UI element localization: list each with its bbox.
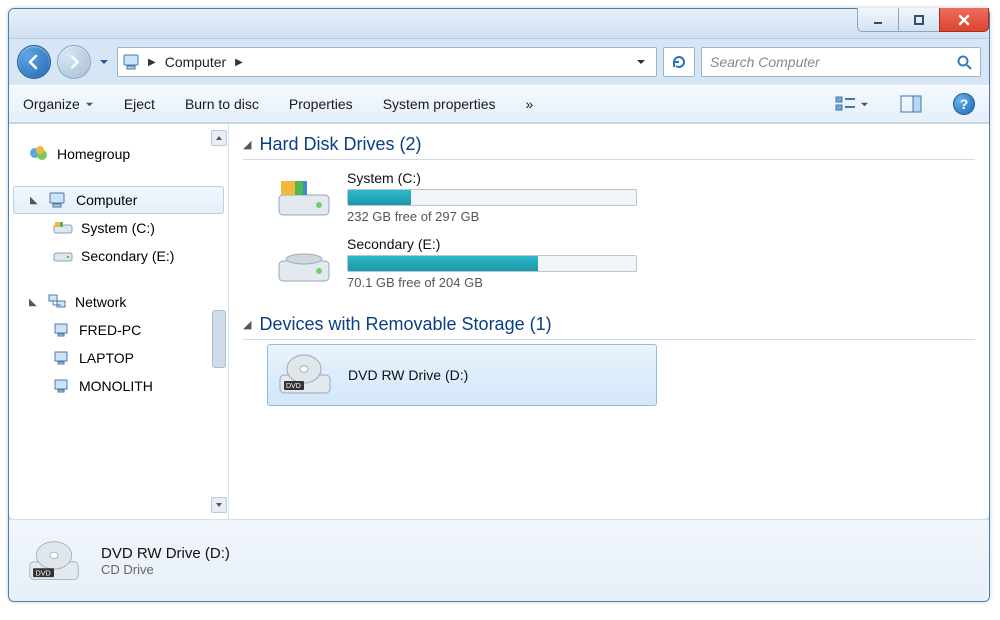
help-button[interactable]: ?	[953, 93, 975, 115]
drive-dvd-d[interactable]: DVD DVD RW Drive (D:)	[267, 344, 657, 406]
properties-button[interactable]: Properties	[289, 96, 353, 112]
preview-pane-button[interactable]	[899, 92, 923, 116]
homegroup-icon	[29, 145, 49, 163]
capacity-bar	[347, 255, 637, 272]
nav-network[interactable]: ◣ Network	[9, 288, 228, 316]
network-icon	[47, 293, 67, 311]
view-options-button[interactable]	[835, 95, 869, 113]
nav-drive-c[interactable]: System (C:)	[9, 214, 228, 242]
scroll-up-button[interactable]	[211, 130, 227, 146]
address-bar[interactable]: ▶ Computer ▶	[117, 47, 657, 77]
capacity-bar	[347, 189, 637, 206]
details-pane: DVD DVD RW Drive (D:) CD Drive	[9, 519, 989, 601]
expand-icon: ◣	[30, 195, 40, 206]
pc-icon	[53, 322, 71, 338]
system-properties-button[interactable]: System properties	[383, 96, 496, 112]
category-removable-header[interactable]: ◢ Devices with Removable Storage (1)	[243, 312, 975, 340]
command-toolbar: Organize Eject Burn to disc Properties S…	[9, 85, 989, 123]
chevron-down-icon	[85, 100, 94, 109]
nav-computer[interactable]: ◣ Computer	[13, 186, 224, 214]
nav-pc-label: MONOLITH	[79, 378, 153, 394]
computer-icon	[48, 191, 68, 209]
refresh-button[interactable]	[663, 47, 695, 77]
dvd-drive-icon: DVD	[276, 351, 334, 399]
nav-network-label: Network	[75, 294, 126, 310]
close-button[interactable]	[939, 8, 989, 32]
explorer-window: ▶ Computer ▶ Organize Eject Burn to disc…	[8, 8, 990, 602]
category-removable-title: Devices with Removable Storage (1)	[259, 314, 551, 335]
nav-drive-e[interactable]: Secondary (E:)	[9, 242, 228, 270]
svg-text:DVD: DVD	[35, 568, 50, 577]
category-hdd-header[interactable]: ◢ Hard Disk Drives (2)	[243, 132, 975, 160]
drive-secondary-e[interactable]: Secondary (E:) 70.1 GB free of 204 GB	[267, 230, 975, 296]
search-icon	[956, 54, 972, 70]
nav-history-dropdown[interactable]	[97, 55, 111, 69]
drive-system-c[interactable]: System (C:) 232 GB free of 297 GB	[267, 164, 975, 230]
nav-homegroup[interactable]: Homegroup	[9, 140, 228, 168]
breadcrumb-sep-icon: ▶	[148, 57, 156, 68]
nav-pc-label: LAPTOP	[79, 350, 134, 366]
category-hdd: ◢ Hard Disk Drives (2) Syst	[243, 132, 975, 302]
category-hdd-title: Hard Disk Drives (2)	[259, 134, 421, 155]
computer-icon	[122, 53, 142, 71]
nav-pc-monolith[interactable]: MONOLITH	[9, 372, 228, 400]
organize-menu[interactable]: Organize	[23, 96, 94, 112]
eject-button[interactable]: Eject	[124, 96, 155, 112]
details-subtitle: CD Drive	[101, 562, 230, 577]
collapse-icon: ◢	[243, 138, 251, 151]
nav-pc-laptop[interactable]: LAPTOP	[9, 344, 228, 372]
organize-label: Organize	[23, 96, 80, 112]
address-row: ▶ Computer ▶	[9, 39, 989, 85]
breadcrumb-sep-icon: ▶	[235, 57, 243, 68]
nav-pc-label: FRED-PC	[79, 322, 141, 338]
nav-pc-fred[interactable]: FRED-PC	[9, 316, 228, 344]
titlebar	[9, 9, 989, 39]
svg-text:DVD: DVD	[286, 383, 301, 390]
category-removable: ◢ Devices with Removable Storage (1) DVD	[243, 312, 975, 412]
drive-icon	[275, 239, 333, 287]
nav-computer-label: Computer	[76, 192, 137, 208]
nav-drive-e-label: Secondary (E:)	[81, 248, 174, 264]
pc-icon	[53, 350, 71, 366]
view-icon	[835, 95, 857, 113]
details-title: DVD RW Drive (D:)	[101, 545, 230, 562]
forward-button[interactable]	[57, 45, 91, 79]
dvd-drive-icon: DVD	[25, 537, 83, 585]
maximize-button[interactable]	[898, 8, 940, 32]
burn-button[interactable]: Burn to disc	[185, 96, 259, 112]
explorer-body: Homegroup ◣ Computer System (C:)	[9, 123, 989, 519]
nav-scrollbar[interactable]	[210, 130, 228, 513]
drive-icon	[53, 220, 73, 236]
minimize-button[interactable]	[857, 8, 899, 32]
search-input[interactable]	[710, 54, 956, 70]
scroll-thumb[interactable]	[212, 310, 226, 368]
drive-icon	[275, 173, 333, 221]
expand-icon: ◣	[29, 297, 39, 308]
drive-free-text: 70.1 GB free of 204 GB	[347, 275, 637, 290]
search-box[interactable]	[701, 47, 981, 77]
content-pane: ◢ Hard Disk Drives (2) Syst	[229, 124, 989, 519]
drive-name: System (C:)	[347, 170, 637, 186]
drive-icon	[53, 248, 73, 264]
nav-drive-c-label: System (C:)	[81, 220, 155, 236]
back-button[interactable]	[17, 45, 51, 79]
chevron-down-icon	[860, 100, 869, 109]
nav-homegroup-label: Homegroup	[57, 146, 130, 162]
scroll-down-button[interactable]	[211, 497, 227, 513]
drive-name: DVD RW Drive (D:)	[348, 367, 468, 383]
toolbar-overflow[interactable]: »	[526, 96, 534, 112]
collapse-icon: ◢	[243, 318, 251, 331]
drive-free-text: 232 GB free of 297 GB	[347, 209, 637, 224]
drive-name: Secondary (E:)	[347, 236, 637, 252]
breadcrumb-computer[interactable]: Computer	[162, 54, 229, 70]
address-dropdown[interactable]	[630, 57, 652, 67]
navigation-pane: Homegroup ◣ Computer System (C:)	[9, 124, 229, 519]
pc-icon	[53, 378, 71, 394]
